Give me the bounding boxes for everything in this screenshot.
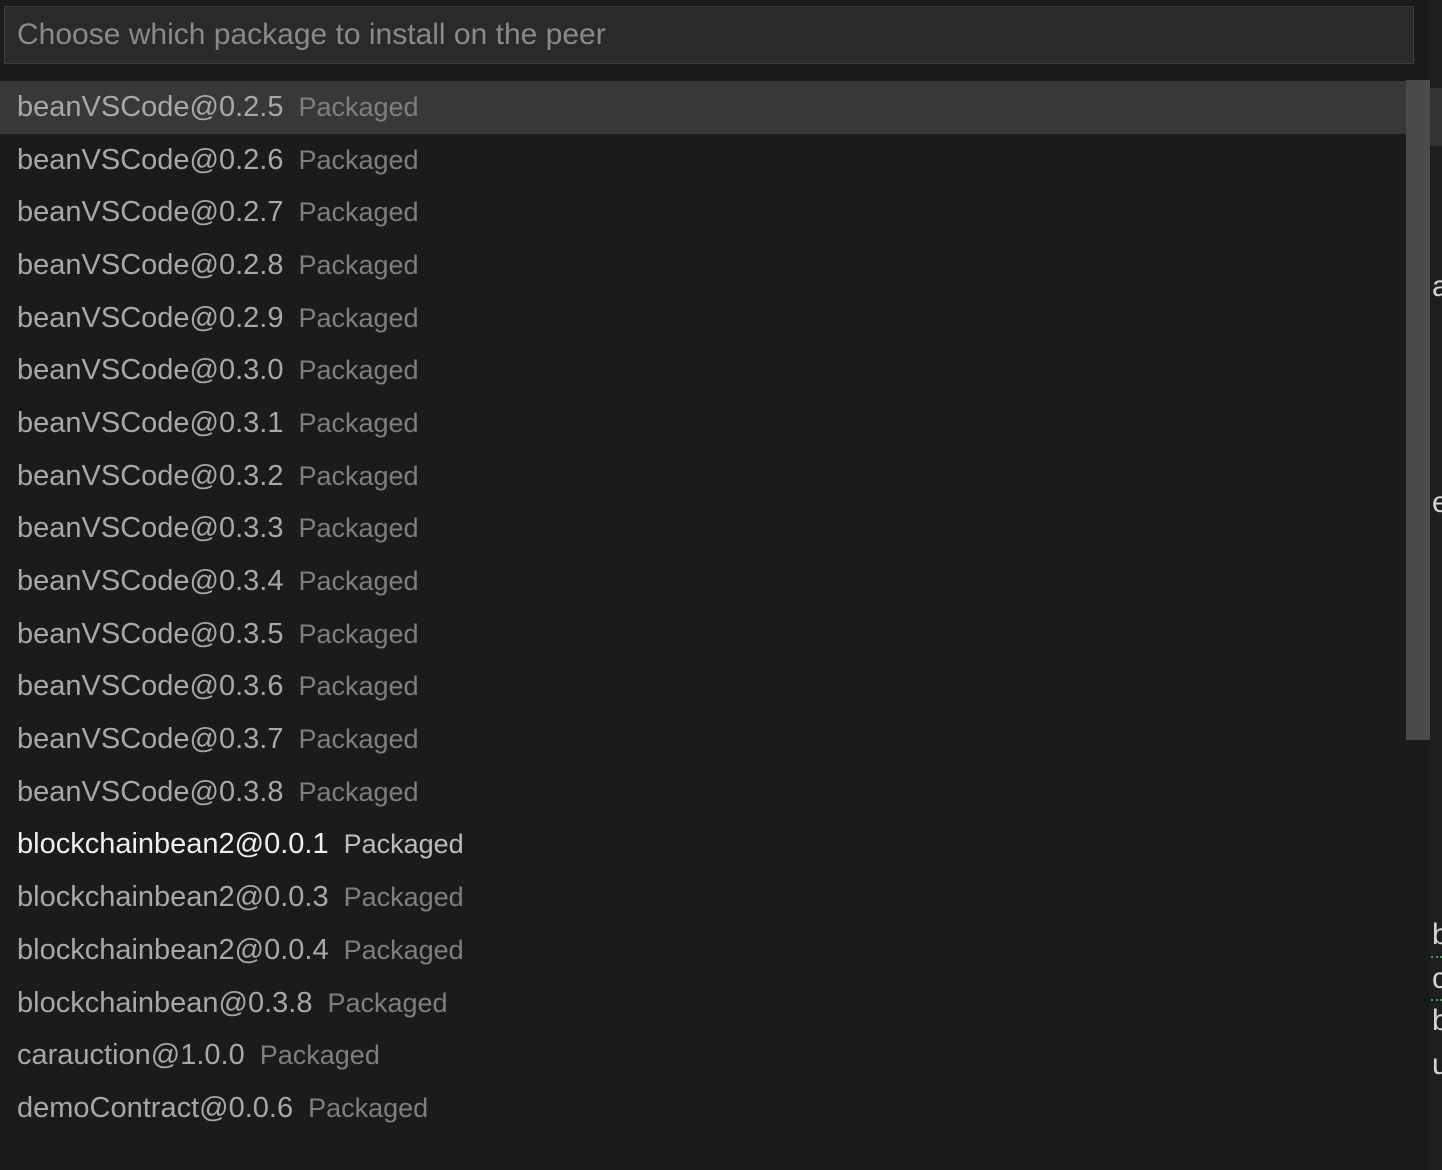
package-name: beanVSCode@0.3.0 [17, 354, 284, 387]
editor-text-fragment: c [1432, 962, 1442, 995]
package-name: beanVSCode@0.3.8 [17, 775, 284, 808]
package-status: Packaged [298, 249, 419, 280]
package-status: Packaged [298, 618, 419, 649]
list-scrollbar-thumb[interactable] [1406, 80, 1430, 740]
package-name: carauction@1.0.0 [17, 1039, 245, 1072]
package-name: beanVSCode@0.3.5 [17, 617, 284, 650]
quick-pick-input-box [4, 6, 1414, 64]
editor-text-fragment: b [1432, 1004, 1442, 1037]
package-list-item[interactable]: blockchainbean2@0.0.4 Packaged [0, 924, 1406, 977]
package-status: Packaged [259, 1040, 380, 1071]
package-status: Packaged [298, 302, 419, 333]
package-status: Packaged [308, 1092, 429, 1123]
package-status: Packaged [298, 513, 419, 544]
package-status: Packaged [343, 934, 464, 965]
package-name: beanVSCode@0.2.5 [17, 90, 284, 123]
package-list-item[interactable]: beanVSCode@0.3.5 Packaged [0, 608, 1406, 661]
package-status: Packaged [343, 882, 464, 913]
package-status: Packaged [298, 355, 419, 386]
package-status: Packaged [298, 460, 419, 491]
package-status: Packaged [298, 671, 419, 702]
package-list-item[interactable]: demoContract@0.0.6 Packaged [0, 1082, 1406, 1135]
package-list-item[interactable]: beanVSCode@0.2.7 Packaged [0, 186, 1406, 239]
package-list-item[interactable]: blockchainbean@0.3.8 Packaged [0, 977, 1406, 1030]
package-list-item[interactable]: beanVSCode@0.3.8 Packaged [0, 766, 1406, 819]
package-list-item[interactable]: carauction@1.0.0 Packaged [0, 1029, 1406, 1082]
package-name: blockchainbean@0.3.8 [17, 986, 313, 1019]
editor-text-fragment: b [1432, 918, 1442, 951]
package-list-item-hovered[interactable]: blockchainbean2@0.0.1 Packaged [0, 819, 1406, 872]
package-status: Packaged [298, 566, 419, 597]
package-list-item[interactable]: beanVSCode@0.3.6 Packaged [0, 661, 1406, 714]
editor-text-fragment: u [1432, 1048, 1442, 1081]
package-list-item[interactable]: beanVSCode@0.3.7 Packaged [0, 713, 1406, 766]
package-list-item[interactable]: beanVSCode@0.2.8 Packaged [0, 239, 1406, 292]
package-list-item[interactable]: beanVSCode@0.3.4 Packaged [0, 555, 1406, 608]
package-list-item[interactable]: beanVSCode@0.3.1 Packaged [0, 397, 1406, 450]
warning-squiggle [1431, 996, 1442, 1001]
package-status: Packaged [298, 91, 419, 122]
package-status: Packaged [298, 144, 419, 175]
package-status: Packaged [298, 407, 419, 438]
package-list-item[interactable]: beanVSCode@0.2.9 Packaged [0, 292, 1406, 345]
package-name: beanVSCode@0.2.6 [17, 143, 284, 176]
package-name: beanVSCode@0.3.4 [17, 565, 284, 598]
package-name: beanVSCode@0.2.9 [17, 301, 284, 334]
package-list-item[interactable]: blockchainbean2@0.0.3 Packaged [0, 871, 1406, 924]
package-list-item[interactable]: beanVSCode@0.2.6 Packaged [0, 134, 1406, 187]
package-list-item[interactable]: beanVSCode@0.3.3 Packaged [0, 503, 1406, 556]
editor-text-fragment: a [1432, 270, 1442, 303]
package-search-input[interactable] [5, 7, 1413, 63]
package-name: beanVSCode@0.3.6 [17, 670, 284, 703]
package-name: beanVSCode@0.3.7 [17, 723, 284, 756]
quick-pick-widget: beanVSCode@0.2.5 Packaged beanVSCode@0.2… [0, 0, 1430, 1170]
package-name: beanVSCode@0.2.7 [17, 196, 284, 229]
package-list-item[interactable]: beanVSCode@0.3.0 Packaged [0, 344, 1406, 397]
warning-squiggle [1431, 953, 1442, 958]
package-status: Packaged [327, 987, 448, 1018]
package-status: Packaged [298, 776, 419, 807]
package-list-item[interactable]: beanVSCode@0.3.2 Packaged [0, 450, 1406, 503]
package-list-item[interactable]: beanVSCode@0.2.5 Packaged [0, 81, 1406, 134]
package-list: beanVSCode@0.2.5 Packaged beanVSCode@0.2… [0, 81, 1406, 1135]
package-status: Packaged [298, 197, 419, 228]
package-name: blockchainbean2@0.0.4 [17, 933, 329, 966]
editor-text-fragment: e [1432, 486, 1442, 519]
package-name: blockchainbean2@0.0.3 [17, 881, 329, 914]
package-status: Packaged [298, 724, 419, 755]
package-name: demoContract@0.0.6 [17, 1091, 294, 1124]
package-name: beanVSCode@0.3.1 [17, 406, 284, 439]
package-name: beanVSCode@0.3.2 [17, 459, 284, 492]
package-status: Packaged [343, 829, 464, 860]
package-name: beanVSCode@0.3.3 [17, 512, 284, 545]
background-editor-edge: a e b c b u [1430, 0, 1442, 1170]
background-tab-bar [1430, 88, 1442, 146]
package-name: beanVSCode@0.2.8 [17, 248, 284, 281]
package-name: blockchainbean2@0.0.1 [17, 828, 329, 861]
